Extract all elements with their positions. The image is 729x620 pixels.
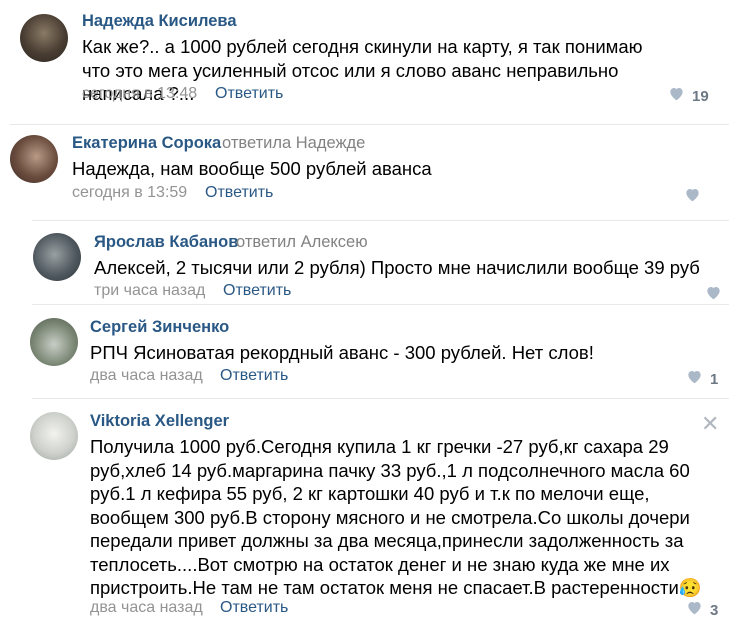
like-button[interactable] — [684, 187, 708, 207]
comment-text: Надежда, нам вообще 500 рублей аванса — [72, 158, 432, 179]
reply-button[interactable]: Ответить — [215, 85, 283, 103]
reply-to[interactable]: ответила Надежде — [222, 134, 365, 153]
reply-button[interactable]: Ответить — [220, 367, 288, 385]
comment-text: РПЧ Ясиноватая рекордный аванс - 300 руб… — [90, 342, 594, 363]
comment-time[interactable]: два часа назад — [90, 367, 203, 385]
comment-author[interactable]: Viktoria Xellenger — [90, 412, 229, 431]
comment-author[interactable]: Ярослав Кабанов — [94, 233, 238, 252]
avatar[interactable] — [10, 135, 58, 183]
reply-button[interactable]: Ответить — [220, 599, 288, 617]
like-button[interactable]: 1 — [686, 369, 718, 389]
comment-time[interactable]: два часа назад — [90, 599, 203, 617]
heart-icon — [668, 86, 685, 106]
reply-to[interactable]: ответил Алексею — [236, 233, 368, 252]
reply-button[interactable]: Ответить — [205, 184, 273, 202]
close-icon[interactable]: ✕ — [701, 413, 719, 435]
heart-icon — [686, 369, 703, 389]
comment-author[interactable]: Сергей Зинченко — [90, 318, 229, 337]
comment-time[interactable]: три часа назад — [94, 282, 205, 299]
comment-time[interactable]: сегодня в 13:48 — [82, 85, 197, 103]
avatar[interactable] — [30, 318, 78, 366]
divider — [32, 398, 729, 399]
heart-icon — [705, 285, 722, 305]
heart-icon — [684, 187, 701, 207]
avatar[interactable] — [20, 14, 68, 62]
heart-icon — [686, 600, 703, 620]
like-count: 19 — [692, 87, 709, 105]
like-button[interactable] — [705, 285, 729, 305]
divider — [32, 304, 729, 305]
like-button[interactable]: 3 — [686, 600, 718, 620]
avatar[interactable] — [30, 412, 78, 460]
divider — [10, 124, 729, 125]
comment-time[interactable]: сегодня в 13:59 — [72, 184, 187, 202]
avatar[interactable] — [33, 233, 81, 281]
divider — [32, 220, 729, 221]
like-button[interactable]: 19 — [668, 86, 709, 106]
reply-button[interactable]: Ответить — [223, 282, 291, 299]
comment-text: Алексей, 2 тысячи или 2 рубля) Просто мн… — [94, 257, 700, 278]
like-count: 1 — [710, 370, 719, 388]
comment-author[interactable]: Екатерина Сорока — [72, 134, 221, 153]
comment-text: Получила 1000 руб.Сегодня купила 1 кг гр… — [90, 436, 702, 598]
comment-author[interactable]: Надежда Кисилева — [82, 12, 237, 31]
